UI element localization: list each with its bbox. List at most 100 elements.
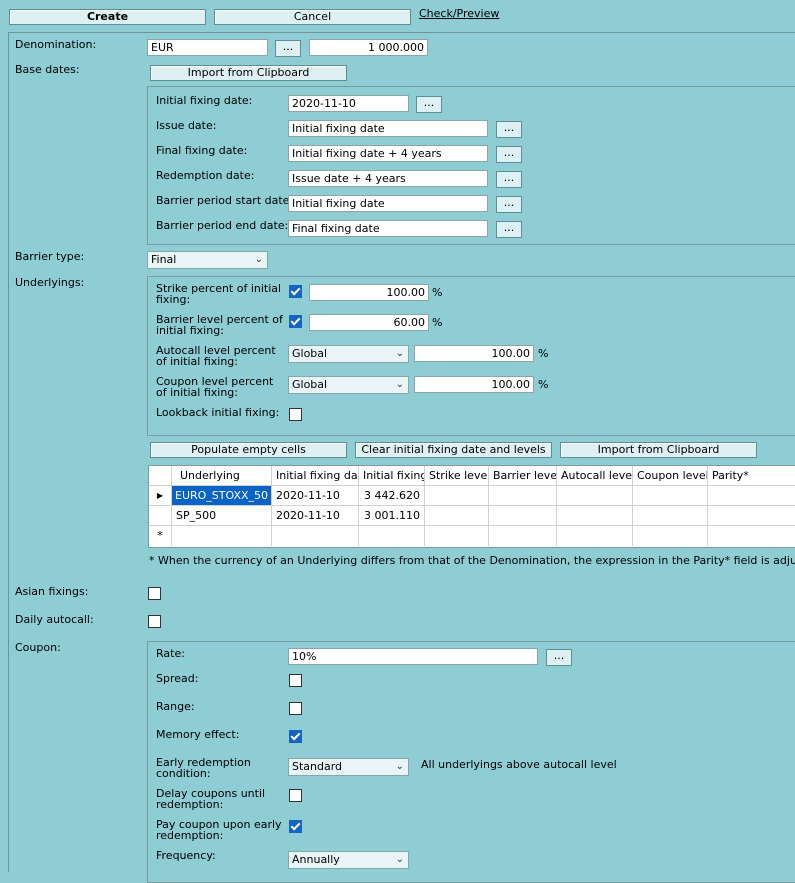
strike-checkbox[interactable] [289,285,302,298]
delay-coupons-checkbox[interactable] [289,789,302,802]
column-header[interactable]: Strike level [425,466,489,486]
table-cell[interactable] [489,486,557,506]
daily-autocall-label: Daily autocall: [15,613,94,626]
table-cell[interactable] [359,526,425,546]
redemption-date-browse-button[interactable]: ... [496,171,522,188]
range-label: Range: [156,700,195,713]
final-fixing-date-browse-button[interactable]: ... [496,146,522,163]
chevron-down-icon: ⌄ [395,379,404,390]
underlyings-import-button[interactable]: Import from Clipboard [560,442,757,458]
barrier-start-date-browse-button[interactable]: ... [496,196,522,213]
populate-empty-cells-button[interactable]: Populate empty cells [150,442,347,458]
table-cell[interactable] [633,486,708,506]
row-marker[interactable]: ▶ [149,486,172,506]
check-preview-link[interactable]: Check/Preview [419,7,499,20]
barrier-start-date-label: Barrier period start date: [156,194,294,207]
asian-fixings-label: Asian fixings: [15,585,89,598]
table-cell[interactable] [708,506,795,526]
rate-browse-button[interactable]: ... [546,649,572,666]
autocall-level-label: Autocall level percent of initial fixing… [156,344,276,368]
issue-date-browse-button[interactable]: ... [496,121,522,138]
table-cell[interactable] [489,526,557,546]
table-cell[interactable]: 3 001.110 [359,506,425,526]
column-header[interactable]: Parity* [708,466,795,486]
final-fixing-date-field[interactable]: Initial fixing date + 4 years [288,145,488,162]
barrier-level-field[interactable]: 60.00 [309,314,429,331]
coupon-mode-select[interactable]: Global ⌄ [288,376,409,394]
table-cell[interactable] [557,506,633,526]
table-cell[interactable] [172,526,272,546]
barrier-type-value: Final [151,253,177,266]
memory-effect-checkbox[interactable] [289,730,302,743]
base-dates-label: Base dates: [15,63,80,76]
table-cell[interactable]: 2020-11-10 [272,486,359,506]
create-button[interactable]: Create [9,9,206,25]
early-redemption-select[interactable]: Standard ⌄ [288,758,409,776]
issue-date-field[interactable]: Initial fixing date [288,120,488,137]
table-cell[interactable] [425,486,489,506]
coupon-label: Coupon: [15,641,61,654]
final-fixing-date-label: Final fixing date: [156,144,248,157]
initial-fixing-date-field[interactable]: 2020-11-10 [288,95,409,112]
frequency-label: Frequency: [156,849,216,862]
table-cell[interactable] [633,526,708,546]
rate-field[interactable]: 10% [288,648,538,665]
spread-checkbox[interactable] [289,674,302,687]
cancel-button[interactable]: Cancel [214,9,411,25]
column-header[interactable]: Autocall level [557,466,633,486]
autocall-mode-value: Global [292,347,328,360]
chevron-down-icon: ⌄ [395,761,404,772]
amount-field[interactable]: 1 000.000 [309,39,428,56]
autocall-mode-select[interactable]: Global ⌄ [288,345,409,363]
barrier-type-select[interactable]: Final ⌄ [147,251,268,269]
table-cell[interactable] [708,526,795,546]
row-marker[interactable] [149,506,172,526]
clear-initial-fixing-button[interactable]: Clear initial fixing date and levels [355,442,552,458]
table-cell[interactable] [489,506,557,526]
new-row-marker[interactable]: * [149,526,172,546]
chevron-down-icon: ⌄ [395,854,404,865]
redemption-date-field[interactable]: Issue date + 4 years [288,170,488,187]
strike-field[interactable]: 100.00 [309,284,429,301]
lookback-checkbox[interactable] [289,408,302,421]
coupon-level-label: Coupon level percent of initial fixing: [156,375,274,399]
base-dates-import-button[interactable]: Import from Clipboard [150,65,347,81]
range-checkbox[interactable] [289,702,302,715]
column-header[interactable]: Coupon level [633,466,708,486]
frequency-select[interactable]: Annually ⌄ [288,851,409,869]
column-header[interactable]: Initial fixing date [272,466,359,486]
column-header[interactable]: Initial fixing [359,466,425,486]
table-cell[interactable] [557,486,633,506]
row-header-corner [149,466,172,486]
autocall-level-field[interactable]: 100.00 [414,345,534,362]
table-cell[interactable] [633,506,708,526]
table-cell[interactable]: EURO_STOXX_50 [172,486,272,506]
rate-label: Rate: [156,647,185,660]
memory-effect-label: Memory effect: [156,728,240,741]
column-header[interactable]: Barrier level [489,466,557,486]
table-cell[interactable]: 3 442.620 [359,486,425,506]
barrier-end-date-field[interactable]: Final fixing date [288,220,488,237]
frequency-value: Annually [292,853,340,866]
asian-fixings-checkbox[interactable] [148,587,161,600]
table-cell[interactable]: 2020-11-10 [272,506,359,526]
coupon-level-field[interactable]: 100.00 [414,376,534,393]
initial-fixing-date-browse-button[interactable]: ... [416,96,442,113]
chevron-down-icon: ⌄ [254,254,263,265]
barrier-end-date-browse-button[interactable]: ... [496,221,522,238]
daily-autocall-checkbox[interactable] [148,615,161,628]
table-cell[interactable] [425,526,489,546]
table-cell[interactable] [708,486,795,506]
barrier-start-date-field[interactable]: Initial fixing date [288,195,488,212]
column-header[interactable]: Underlying [172,466,272,486]
barrier-level-checkbox[interactable] [289,315,302,328]
table-cell[interactable] [425,506,489,526]
barrier-level-label: Barrier level percent of initial fixing: [156,313,283,337]
table-cell[interactable]: SP_500 [172,506,272,526]
table-cell[interactable] [272,526,359,546]
early-redemption-value: Standard [292,760,343,773]
currency-field[interactable]: EUR [147,39,268,56]
table-cell[interactable] [557,526,633,546]
currency-browse-button[interactable]: ... [275,40,301,57]
pay-coupon-checkbox[interactable] [289,820,302,833]
